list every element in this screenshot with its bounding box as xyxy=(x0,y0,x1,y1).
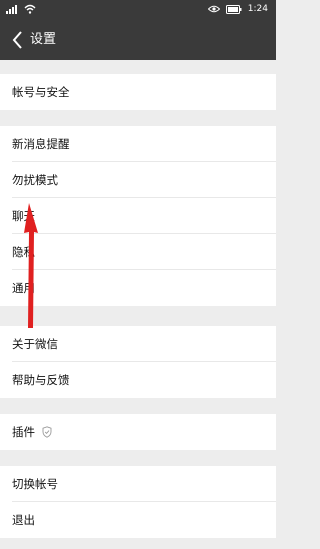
settings-item-help-feedback[interactable]: 帮助与反馈 xyxy=(0,362,276,398)
title-bar: 设置 xyxy=(0,20,276,60)
settings-item-label: 隐私 xyxy=(12,245,35,259)
settings-item-label: 通用 xyxy=(12,281,35,295)
plugin-shield-icon xyxy=(42,426,52,438)
status-time: 1:24 xyxy=(247,4,268,14)
settings-group-session: 切换帐号 退出 xyxy=(0,466,276,538)
settings-item-about-wechat[interactable]: 关于微信 xyxy=(0,326,276,362)
settings-item-label: 勿扰模式 xyxy=(12,173,58,187)
settings-item-plugins[interactable]: 插件 xyxy=(0,414,276,450)
settings-item-switch-account[interactable]: 切换帐号 xyxy=(0,466,276,502)
settings-item-label: 切换帐号 xyxy=(12,477,58,491)
settings-item-logout[interactable]: 退出 xyxy=(0,502,276,538)
settings-item-label: 帐号与安全 xyxy=(12,85,70,99)
settings-item-label: 退出 xyxy=(12,513,35,527)
settings-group-account: 帐号与安全 xyxy=(0,74,276,110)
settings-item-general[interactable]: 通用 xyxy=(0,270,276,306)
settings-item-privacy[interactable]: 隐私 xyxy=(0,234,276,270)
settings-item-new-message-alerts[interactable]: 新消息提醒 xyxy=(0,126,276,162)
wifi-icon xyxy=(24,4,36,14)
settings-item-do-not-disturb[interactable]: 勿扰模式 xyxy=(0,162,276,198)
settings-item-chat[interactable]: 聊天 xyxy=(0,198,276,234)
settings-item-label: 新消息提醒 xyxy=(12,137,70,151)
settings-group-about: 关于微信 帮助与反馈 xyxy=(0,326,276,398)
page-title: 设置 xyxy=(30,32,57,47)
settings-group-plugins: 插件 xyxy=(0,414,276,450)
settings-item-label: 聊天 xyxy=(12,209,35,223)
settings-item-label: 插件 xyxy=(12,425,35,439)
status-bar: 1:24 xyxy=(0,0,276,20)
signal-icon xyxy=(6,5,17,14)
settings-item-account-security[interactable]: 帐号与安全 xyxy=(0,74,276,110)
settings-group-main: 新消息提醒 勿扰模式 聊天 隐私 通用 xyxy=(0,126,276,306)
eye-icon xyxy=(207,5,220,13)
battery-icon xyxy=(225,4,242,14)
settings-item-label: 帮助与反馈 xyxy=(12,373,70,387)
settings-item-label: 关于微信 xyxy=(12,337,58,351)
chevron-left-icon[interactable] xyxy=(8,29,28,51)
